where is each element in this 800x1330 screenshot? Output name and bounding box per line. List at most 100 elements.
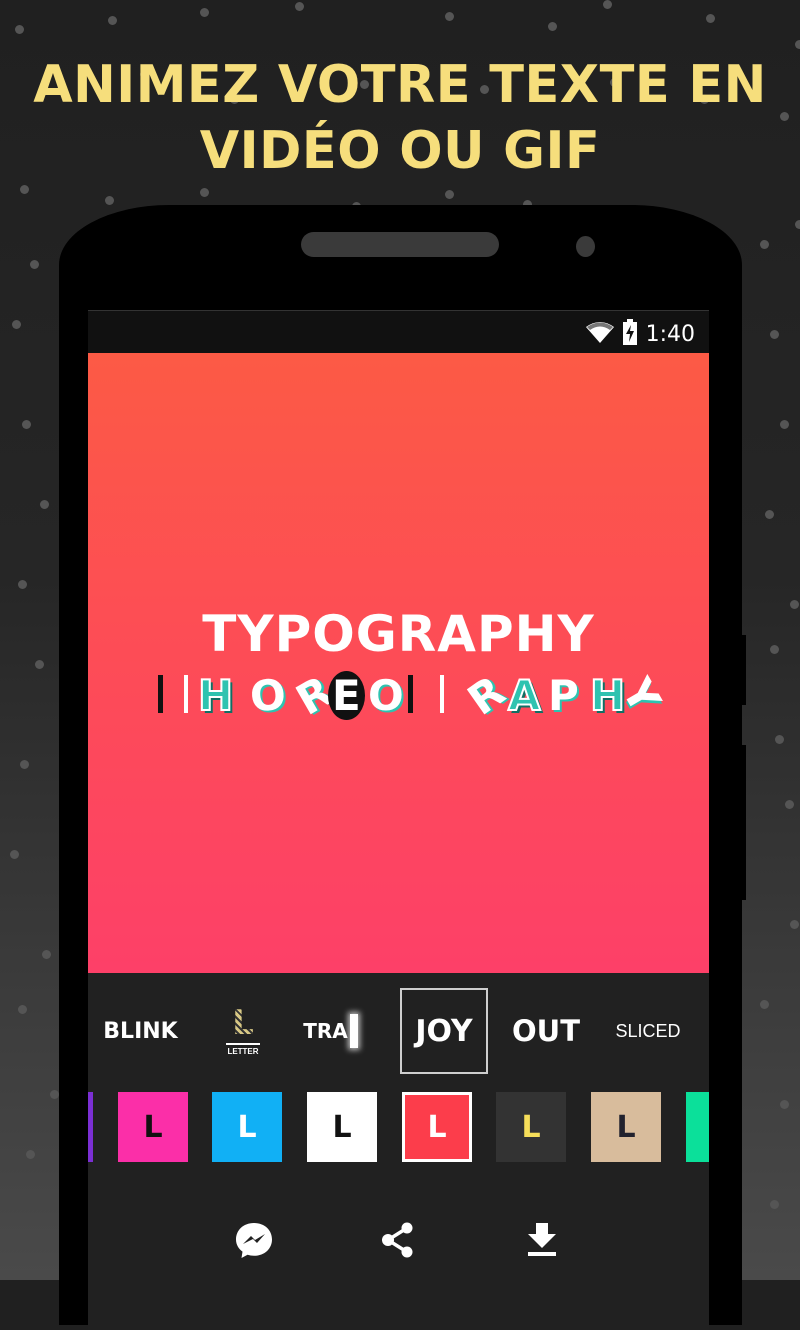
animation-style-picker: BLINK L LETTER TRA JOY OUT SLICED	[88, 982, 709, 1074]
star-dot	[42, 950, 51, 959]
animated-text-preview: HOREORAPHY	[150, 666, 670, 727]
color-theme-picker: LLLLLL	[88, 1088, 709, 1162]
star-dot	[603, 0, 612, 9]
cursor-bar	[440, 675, 444, 713]
star-dot	[445, 12, 454, 21]
star-dot	[15, 25, 24, 34]
download-button[interactable]	[520, 1220, 564, 1264]
wifi-icon	[585, 321, 614, 348]
star-dot	[200, 8, 209, 17]
color-swatch[interactable]: L	[496, 1092, 566, 1162]
style-label: LETTER	[227, 1047, 259, 1056]
animated-letter: P	[548, 671, 579, 720]
style-label: SLICED	[615, 1020, 681, 1041]
phone-screen: 1:40 TYPOGRAPHY HOREORAPHY BLINK L LETTE…	[88, 310, 709, 1330]
star-dot	[20, 185, 29, 194]
download-icon	[527, 1222, 557, 1262]
star-dot	[770, 645, 779, 654]
swatch-glyph: L	[332, 1109, 352, 1145]
color-swatch[interactable]: L	[118, 1092, 188, 1162]
star-dot	[765, 510, 774, 519]
star-dot	[50, 1090, 59, 1099]
style-label: OUT	[512, 1014, 580, 1048]
volume-button	[742, 635, 746, 705]
star-dot	[18, 1005, 27, 1014]
phone-frame: 1:40 TYPOGRAPHY HOREORAPHY BLINK L LETTE…	[59, 205, 746, 1330]
battery-charging-icon	[622, 319, 638, 350]
star-dot	[795, 220, 800, 229]
star-dot	[18, 580, 27, 589]
headline-line-2: VIDÉO OU GIF	[199, 121, 601, 181]
messenger-icon	[234, 1220, 274, 1265]
style-blink[interactable]: BLINK	[98, 988, 183, 1074]
star-dot	[22, 420, 31, 429]
status-time: 1:40	[645, 322, 695, 347]
animated-letter: H	[197, 670, 234, 721]
star-dot	[790, 600, 799, 609]
style-label: TRA	[303, 1019, 348, 1043]
star-dot	[770, 1200, 779, 1209]
color-swatch[interactable]: L	[212, 1092, 282, 1162]
star-dot	[26, 1150, 35, 1159]
preview-title: TYPOGRAPHY	[202, 605, 595, 663]
animated-letter: O	[247, 669, 288, 722]
star-dot	[706, 14, 715, 23]
messenger-button[interactable]	[232, 1220, 276, 1264]
swatch-glyph: L	[143, 1109, 163, 1145]
star-dot	[12, 320, 21, 329]
color-swatch[interactable]	[686, 1092, 709, 1162]
star-dot	[785, 800, 794, 809]
style-trail[interactable]: TRA	[293, 988, 368, 1074]
swatch-glyph: L	[427, 1109, 447, 1145]
star-dot	[35, 660, 44, 669]
letter-style-icon: L	[232, 1003, 254, 1043]
star-dot	[200, 188, 209, 197]
cursor-bar	[184, 675, 188, 713]
star-dot	[760, 1000, 769, 1009]
underline	[226, 1043, 260, 1045]
trail-cursor	[349, 1014, 358, 1048]
animated-letter: R	[458, 666, 514, 725]
star-dot	[40, 500, 49, 509]
star-dot	[780, 1100, 789, 1109]
color-swatch[interactable]	[88, 1092, 93, 1162]
phone-camera	[576, 236, 595, 257]
star-dot	[20, 760, 29, 769]
share-button[interactable]	[376, 1220, 420, 1264]
share-icon	[380, 1221, 416, 1264]
star-dot	[770, 330, 779, 339]
color-swatch[interactable]: L	[307, 1092, 377, 1162]
color-swatch[interactable]: L	[591, 1092, 661, 1162]
style-out[interactable]: OUT	[508, 988, 584, 1074]
star-dot	[105, 196, 114, 205]
style-joy[interactable]: JOY	[400, 988, 488, 1074]
cursor-bar	[158, 675, 163, 713]
cursor-bar	[408, 675, 413, 713]
animated-letter: O	[368, 671, 404, 720]
power-button	[742, 745, 746, 900]
color-swatch[interactable]: L	[402, 1092, 472, 1162]
star-dot	[10, 850, 19, 859]
text-preview-canvas[interactable]: TYPOGRAPHY HOREORAPHY	[88, 353, 709, 973]
star-dot	[548, 22, 557, 31]
star-dot	[795, 40, 800, 49]
star-dot	[780, 420, 789, 429]
style-label: JOY	[415, 1013, 473, 1049]
star-dot	[108, 16, 117, 25]
swatch-glyph: L	[616, 1109, 636, 1145]
action-bar	[88, 1220, 709, 1280]
style-sliced[interactable]: SLICED	[608, 988, 688, 1074]
star-dot	[30, 260, 39, 269]
style-label: BLINK	[103, 1018, 178, 1044]
star-dot	[790, 920, 799, 929]
animated-letter: A	[507, 670, 541, 721]
phone-speaker	[301, 232, 499, 257]
star-dot	[775, 735, 784, 744]
headline-line-1: ANIMEZ VOTRE TEXTE EN	[33, 55, 767, 115]
style-letter[interactable]: L LETTER	[213, 988, 273, 1074]
status-bar: 1:40	[88, 310, 709, 353]
star-dot	[760, 240, 769, 249]
promo-headline: ANIMEZ VOTRE TEXTE EN VIDÉO OU GIF	[8, 52, 792, 184]
swatch-glyph: L	[521, 1109, 541, 1145]
animated-letter: E	[328, 671, 365, 720]
